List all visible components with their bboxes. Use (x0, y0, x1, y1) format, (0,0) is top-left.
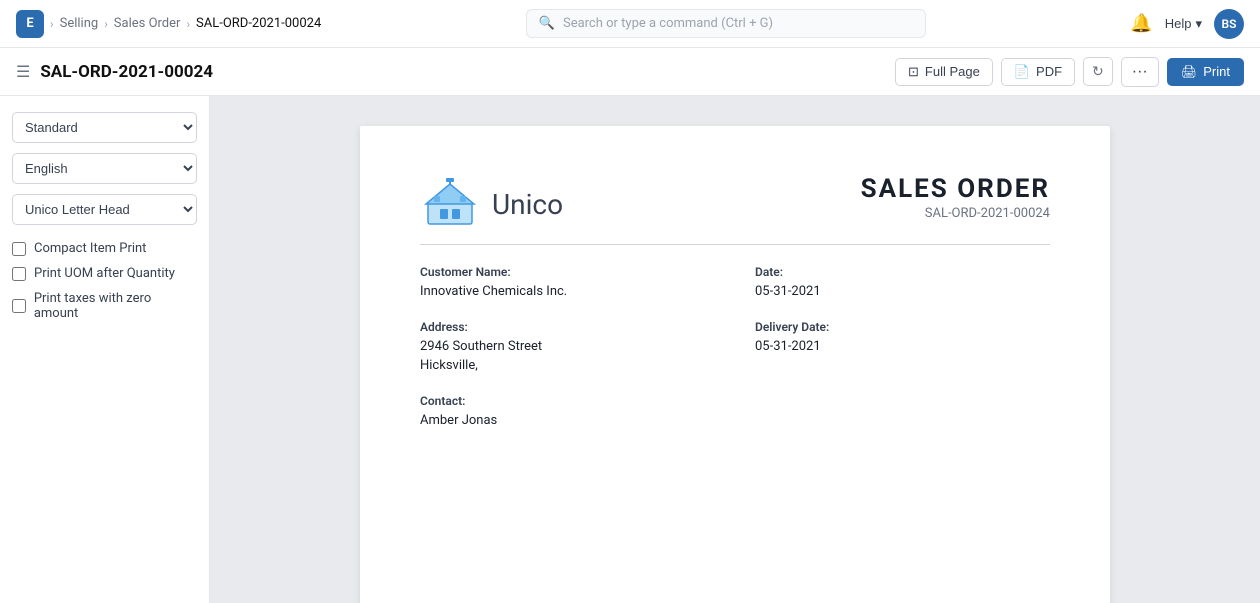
doc-title-block: SALES ORDER SAL-ORD-2021-00024 (861, 174, 1050, 221)
printer-icon: 🖨 (1181, 64, 1198, 80)
compact-item-print-label[interactable]: Compact Item Print (12, 241, 197, 256)
pdf-label: PDF (1036, 64, 1062, 79)
delivery-date-value: 05-31-2021 (755, 337, 1050, 357)
search-area[interactable]: 🔍 Search or type a command (Ctrl + G) (526, 9, 926, 38)
letterhead-select[interactable]: Unico Letter Head (12, 194, 197, 225)
document-title: SAL-ORD-2021-00024 (40, 62, 213, 82)
avatar[interactable]: BS (1214, 9, 1244, 39)
breadcrumb-current: SAL-ORD-2021-00024 (196, 16, 321, 31)
search-placeholder: Search or type a command (Ctrl + G) (563, 16, 773, 31)
print-uom-checkbox[interactable] (12, 267, 26, 281)
contact-field: Contact: Amber Jonas (420, 394, 715, 431)
date-field: Date: 05-31-2021 (755, 265, 1050, 302)
topbar: E › Selling › Sales Order › SAL-ORD-2021… (0, 0, 1260, 48)
subtoolbar-left: ☰ SAL-ORD-2021-00024 (16, 62, 213, 82)
app-icon[interactable]: E (16, 10, 44, 38)
print-uom-text: Print UOM after Quantity (34, 266, 175, 281)
sep2: › (104, 17, 108, 31)
chevron-down-icon: ▾ (1195, 16, 1202, 32)
pdf-icon: 📄 (1014, 64, 1030, 80)
refresh-button[interactable]: ↻ (1083, 57, 1113, 86)
doc-fields: Customer Name: Innovative Chemicals Inc.… (420, 265, 1050, 448)
breadcrumb-area: E › Selling › Sales Order › SAL-ORD-2021… (16, 10, 321, 38)
customer-name-value: Innovative Chemicals Inc. (420, 282, 715, 302)
order-type-heading: SALES ORDER (861, 174, 1050, 204)
date-value: 05-31-2021 (755, 282, 1050, 302)
notification-button[interactable]: 🔔 (1130, 13, 1152, 34)
pdf-button[interactable]: 📄 PDF (1001, 58, 1075, 86)
delivery-date-label: Delivery Date: (755, 320, 1050, 334)
full-page-label: Full Page (925, 64, 980, 79)
help-button[interactable]: Help ▾ (1165, 16, 1202, 32)
print-taxes-text: Print taxes with zero amount (34, 291, 197, 321)
document-area: Unico SALES ORDER SAL-ORD-2021-00024 Cus… (210, 96, 1260, 603)
contact-value: Amber Jonas (420, 411, 715, 431)
format-select[interactable]: Standard (12, 112, 197, 143)
doc-logo: Unico (420, 174, 563, 234)
search-bar[interactable]: 🔍 Search or type a command (Ctrl + G) (526, 9, 926, 38)
sep3: › (186, 17, 190, 31)
print-taxes-label[interactable]: Print taxes with zero amount (12, 291, 197, 321)
doc-divider (420, 244, 1050, 245)
breadcrumb-sales-order[interactable]: Sales Order (114, 16, 181, 31)
logo-svg-icon (420, 174, 480, 234)
subtoolbar-right: ⊡ Full Page 📄 PDF ↻ ··· 🖨 Print (895, 57, 1244, 87)
address-line2: Hicksville, (420, 358, 478, 373)
sep1: › (50, 17, 54, 31)
topbar-right: 🔔 Help ▾ BS (1130, 9, 1244, 39)
doc-left-col: Customer Name: Innovative Chemicals Inc.… (420, 265, 715, 448)
print-uom-label[interactable]: Print UOM after Quantity (12, 266, 197, 281)
order-id-heading: SAL-ORD-2021-00024 (861, 206, 1050, 221)
breadcrumb-selling[interactable]: Selling (60, 16, 99, 31)
menu-icon[interactable]: ☰ (16, 62, 30, 81)
document-paper: Unico SALES ORDER SAL-ORD-2021-00024 Cus… (360, 126, 1110, 603)
help-label: Help (1165, 16, 1192, 31)
language-select[interactable]: English (12, 153, 197, 184)
customer-name-field: Customer Name: Innovative Chemicals Inc. (420, 265, 715, 302)
main-layout: Standard English Unico Letter Head Compa… (0, 96, 1260, 603)
date-label: Date: (755, 265, 1050, 279)
search-icon: 🔍 (539, 16, 555, 31)
logo-text: Unico (492, 188, 563, 221)
doc-right-col: Date: 05-31-2021 Delivery Date: 05-31-20… (755, 265, 1050, 448)
contact-label: Contact: (420, 394, 715, 408)
full-page-icon: ⊡ (908, 64, 919, 80)
print-taxes-checkbox[interactable] (12, 299, 26, 313)
sidebar: Standard English Unico Letter Head Compa… (0, 96, 210, 603)
compact-item-print-text: Compact Item Print (34, 241, 146, 256)
full-page-button[interactable]: ⊡ Full Page (895, 58, 993, 86)
compact-item-print-checkbox[interactable] (12, 242, 26, 256)
customer-name-label: Customer Name: (420, 265, 715, 279)
address-label: Address: (420, 320, 715, 334)
more-button[interactable]: ··· (1121, 57, 1159, 87)
address-value: 2946 Southern Street Hicksville, (420, 337, 715, 376)
delivery-date-field: Delivery Date: 05-31-2021 (755, 320, 1050, 357)
address-field: Address: 2946 Southern Street Hicksville… (420, 320, 715, 376)
print-button[interactable]: 🖨 Print (1167, 58, 1244, 86)
print-label: Print (1203, 64, 1230, 79)
subtoolbar: ☰ SAL-ORD-2021-00024 ⊡ Full Page 📄 PDF ↻… (0, 48, 1260, 96)
address-line1: 2946 Southern Street (420, 339, 542, 354)
checkbox-group: Compact Item Print Print UOM after Quant… (12, 241, 197, 321)
